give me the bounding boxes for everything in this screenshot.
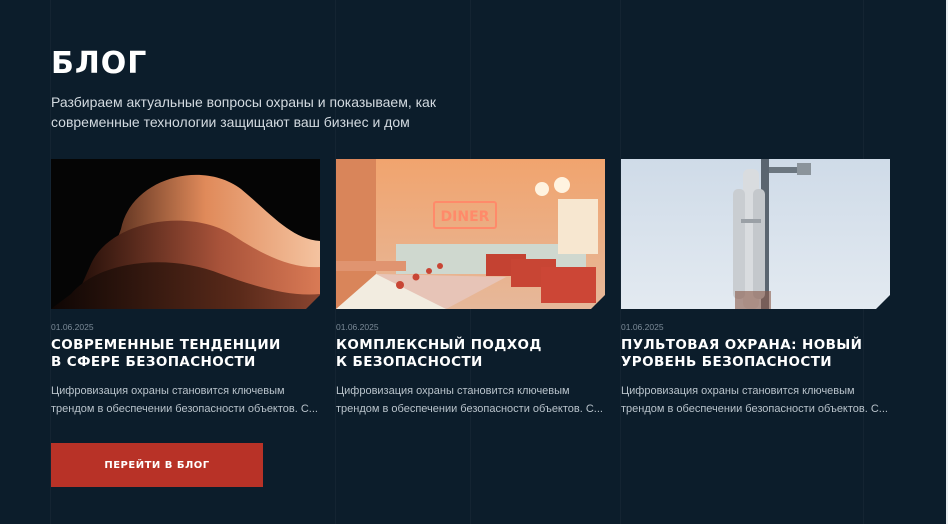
card-image-diner[interactable]: DINER — [336, 159, 605, 309]
blog-card[interactable]: 01.06.2025 СОВРЕМЕННЫЕ ТЕНДЕНЦИИ В СФЕРЕ… — [51, 159, 320, 418]
card-title[interactable]: ПУЛЬТОВАЯ ОХРАНА: НОВЫЙ УРОВЕНЬ БЕЗОПАСН… — [621, 337, 890, 371]
card-date: 01.06.2025 — [621, 322, 664, 332]
card-excerpt: Цифровизация охраны становится ключевым … — [336, 385, 603, 415]
card-title[interactable]: СОВРЕМЕННЫЕ ТЕНДЕНЦИИ В СФЕРЕ БЕЗОПАСНОС… — [51, 337, 320, 371]
card-image-rocket[interactable] — [621, 159, 890, 309]
card-title[interactable]: КОМПЛЕКСНЫЙ ПОДХОД К БЕЗОПАСНОСТИ — [336, 337, 605, 371]
page-title: БЛОГ — [51, 46, 148, 81]
card-date: 01.06.2025 — [336, 322, 379, 332]
card-excerpt: Цифровизация охраны становится ключевым … — [621, 385, 888, 415]
diner-sign-text: DINER — [441, 209, 490, 225]
page-subtitle: Разбираем актуальные вопросы охраны и по… — [51, 94, 436, 130]
blog-card[interactable]: 01.06.2025 ПУЛЬТОВАЯ ОХРАНА: НОВЫЙ УРОВЕ… — [621, 159, 890, 418]
card-excerpt: Цифровизация охраны становится ключевым … — [51, 385, 318, 415]
go-to-blog-button[interactable]: ПЕРЕЙТИ В БЛОГ — [51, 443, 263, 487]
card-image-abstract[interactable] — [51, 159, 320, 309]
card-date: 01.06.2025 — [51, 322, 94, 332]
blog-card[interactable]: DINER 01.06.2025 КОМПЛЕКСНЫЙ ПОДХОД К БЕ… — [336, 159, 605, 418]
